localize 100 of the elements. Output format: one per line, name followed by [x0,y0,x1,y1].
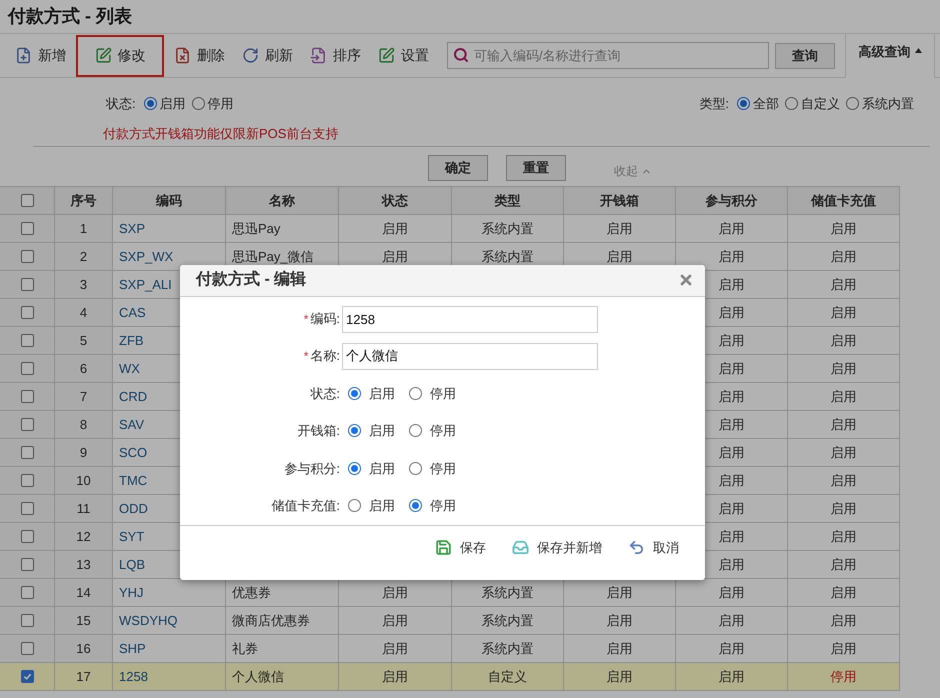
radio-button[interactable] [737,97,750,110]
checkbox[interactable] [20,642,34,655]
table-cell-text: 启用 [718,528,744,546]
radio-button[interactable] [409,424,422,438]
table-cell-text: 3 [80,276,88,294]
table-row[interactable]: 17 1258 个人微信 启用 自定义 启用 启用 停用 [0,663,900,691]
table-cell-text: 7 [80,388,88,406]
radio-button[interactable] [348,424,361,438]
checkbox[interactable] [20,586,34,599]
search-button[interactable]: 查询 [775,42,835,68]
table-cell-text: 启用 [718,416,744,434]
table-cell-text: 个人微信 [232,668,284,686]
table-cell-text: ODD [119,500,148,518]
checkbox[interactable] [20,194,34,207]
table-cell-text: 启用 [718,668,744,686]
field-label: 编码: [310,310,340,328]
search-field[interactable]: 可输入编码/名称进行查询 [447,42,769,69]
table-cell-text: LQB [119,556,146,574]
table-cell-text: 启用 [718,276,744,294]
table-cell-text: SYT [119,528,144,546]
table-row[interactable]: 16 SHP 礼券 启用 系统内置 启用 启用 启用 [0,635,900,663]
table-cell-text: 系统内置 [482,640,534,658]
table-row[interactable]: 1 SXP 思迅Pay 启用 系统内置 启用 启用 启用 [0,215,900,243]
table-cell-text: 优惠券 [232,584,271,602]
column-header: 类型 [452,187,564,214]
checkbox[interactable] [20,362,34,375]
table-cell-text: 启用 [382,668,408,686]
table-cell-text: 启用 [830,388,856,406]
radio-label: 启用 [369,460,395,478]
checkbox[interactable] [20,670,34,683]
table-cell-text: 启用 [830,304,856,322]
radio-label: 停用 [430,384,456,403]
radio-button[interactable] [348,462,361,475]
radio-button[interactable] [192,97,205,110]
toolbar-button[interactable]: 删除 [167,34,232,76]
undo-icon [628,539,645,556]
table-cell-text: 1 [80,220,88,238]
table-cell-text: 启用 [718,220,744,238]
checkbox[interactable] [20,474,34,487]
checkbox[interactable] [20,614,34,627]
radio-button[interactable] [409,499,422,512]
checkbox[interactable] [20,558,34,571]
radio-label: 系统内置 [862,95,914,113]
table-cell-text: 启用 [606,668,632,686]
checkbox[interactable] [20,446,34,459]
table-cell-text: 启用 [718,304,744,322]
table-cell-text: SXP_ALI [119,276,172,294]
filter-button[interactable]: 重置 [506,155,566,181]
text-field[interactable]: 个人微信 [342,342,598,370]
edit-icon [94,47,112,64]
checkbox[interactable] [20,334,34,347]
dialog-button[interactable]: 取消 [628,538,679,558]
filter-button[interactable]: 确定 [428,155,488,181]
field-label: 参与积分: [284,460,340,478]
refresh-icon [242,47,259,64]
toolbar-button[interactable]: 设置 [371,34,436,76]
toolbar-button[interactable]: 修改 [76,34,164,76]
dialog-button[interactable]: 保存 [435,538,486,558]
table-cell-text: 启用 [606,640,632,658]
toolbar-button[interactable]: 新增 [8,34,73,76]
table-cell-text: 启用 [830,500,856,518]
checkbox[interactable] [20,530,34,543]
field-label: 状态: [310,384,340,403]
radio-button[interactable] [144,97,157,110]
table-cell-text: 启用 [718,500,744,518]
radio-button[interactable] [409,462,422,475]
advanced-search-tab[interactable]: 高级查询 [845,34,935,78]
table-cell-text: 思迅Pay_微信 [232,248,314,266]
toolbar-button[interactable]: 排序 [303,34,368,76]
table-cell-text: 启用 [606,220,632,238]
checkbox[interactable] [20,390,34,403]
table-cell-text: 启用 [830,584,856,602]
table-row[interactable]: 15 WSDYHQ 微商店优惠券 启用 系统内置 启用 启用 启用 [0,607,900,635]
radio-button[interactable] [846,97,859,110]
table-cell-text: 启用 [718,360,744,378]
checkbox[interactable] [20,306,34,319]
table-cell-text: 启用 [718,444,744,462]
radio-button[interactable] [348,386,361,400]
table-cell-text: 启用 [718,388,744,406]
radio-button[interactable] [409,386,422,400]
table-cell-text: 8 [80,416,88,434]
table-row[interactable]: 14 YHJ 优惠券 启用 系统内置 启用 启用 启用 [0,579,900,607]
table-cell-text: ZFB [119,332,144,350]
radio-label: 启用 [160,95,186,113]
checkbox[interactable] [20,278,34,291]
radio-button[interactable] [348,499,361,512]
field-label: 储值卡充值: [271,497,340,516]
table-cell-text: 9 [80,444,88,462]
checkbox[interactable] [20,250,34,263]
radio-button[interactable] [785,97,798,110]
table-cell-text: 启用 [830,556,856,574]
dialog-button[interactable]: 保存并新增 [512,538,602,558]
table-cell-text: 启用 [718,612,744,630]
toolbar-button[interactable]: 刷新 [235,34,300,76]
checkbox[interactable] [20,418,34,431]
checkbox[interactable] [20,502,34,515]
table-cell-text: 启用 [830,444,856,462]
checkbox[interactable] [20,222,34,235]
table-cell-text: 13 [76,556,91,574]
text-field[interactable]: 1258 [342,306,598,333]
